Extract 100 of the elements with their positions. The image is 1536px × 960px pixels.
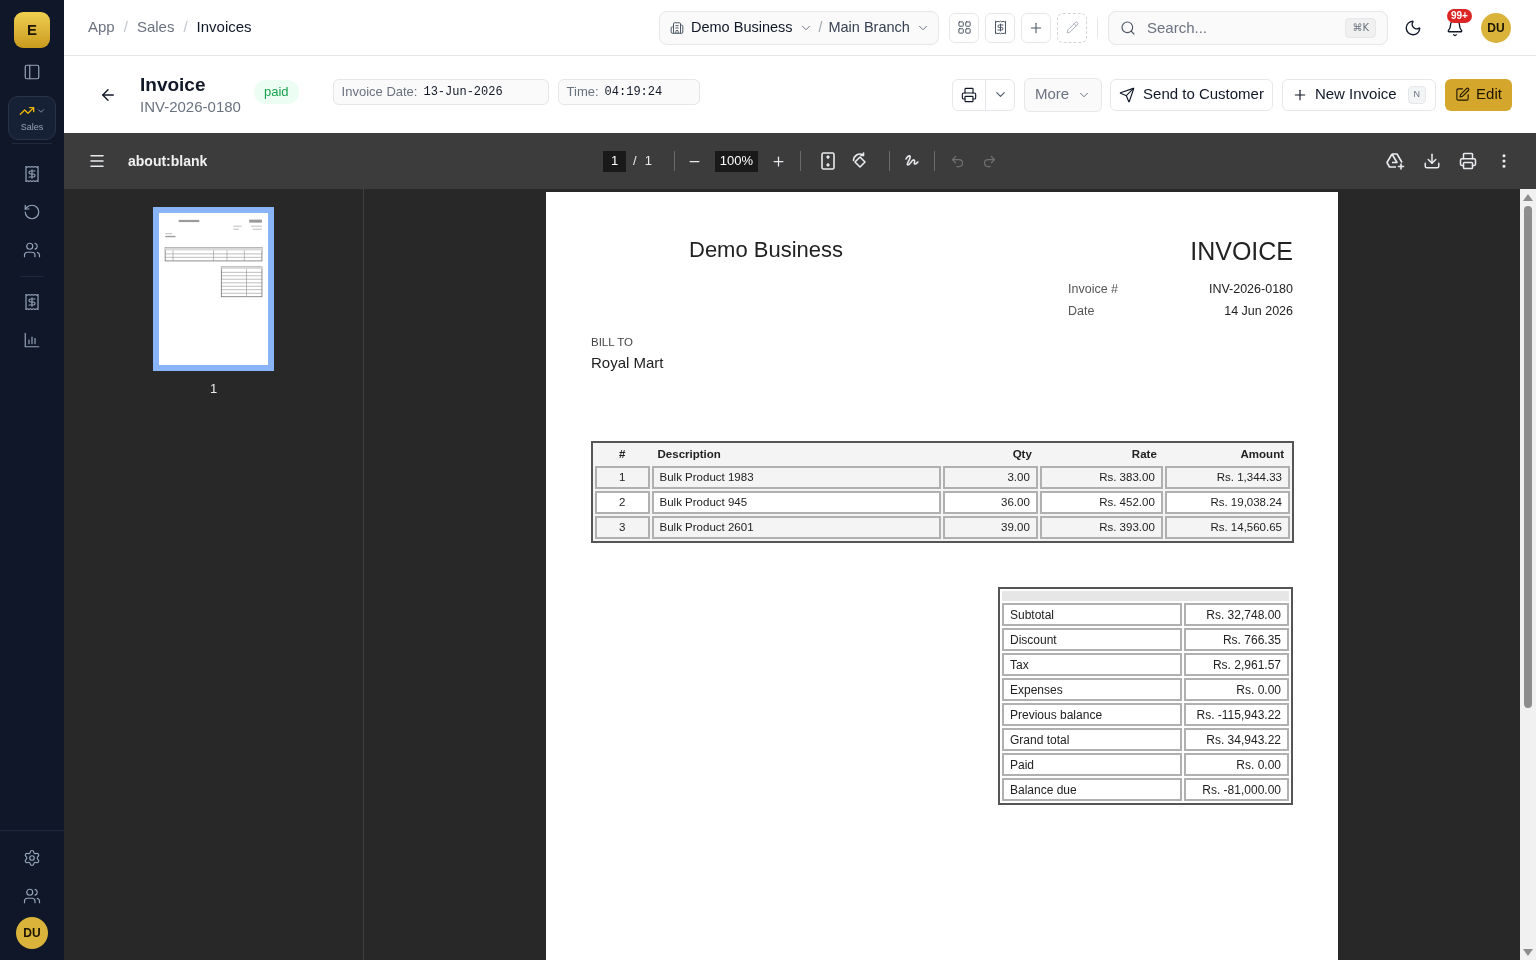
page-thumbnail[interactable] — [153, 207, 274, 371]
pencil-icon — [1065, 21, 1079, 34]
table-cell: 3.00 — [942, 466, 1038, 489]
user-avatar[interactable]: DU — [1481, 12, 1511, 43]
meta-label: Date — [1068, 302, 1095, 320]
document-heading: INVOICE — [1190, 236, 1293, 267]
shortcut-hint: ⌘K — [1345, 17, 1376, 38]
printer-icon[interactable] — [1459, 152, 1477, 170]
table-cell: 36.00 — [942, 491, 1038, 514]
column-header: Qty — [1011, 446, 1033, 462]
table-cell: Rs. 393.00 — [1039, 516, 1163, 539]
table-cell: Balance due — [1002, 778, 1182, 801]
customer-name: Royal Mart — [591, 353, 664, 373]
edit-button[interactable]: Edit — [1445, 78, 1512, 111]
field-label: Invoice Date: — [341, 82, 418, 101]
receipt-icon[interactable] — [23, 165, 41, 183]
field-value: 13-Jun-2026 — [423, 83, 503, 101]
fit-page-icon[interactable] — [820, 152, 835, 170]
page-count: 1 — [644, 152, 652, 171]
page-number-field[interactable]: 1 — [603, 150, 627, 172]
meta-value: INV-2026-0180 — [1208, 280, 1293, 298]
table-cell: Rs. 766.35 — [1184, 628, 1289, 651]
table-cell: Expenses — [1002, 678, 1182, 701]
scroll-up-icon[interactable] — [1523, 194, 1533, 201]
shortcut-hint: N — [1407, 85, 1427, 104]
page-title: Invoice — [140, 72, 207, 97]
scrollbar[interactable] — [1520, 189, 1536, 960]
table-cell: Discount — [1002, 628, 1182, 651]
printer-icon[interactable] — [961, 86, 977, 103]
field-value: 04:19:24 — [604, 83, 663, 101]
meta-value: 14 Jun 2026 — [1224, 302, 1293, 320]
new-invoice-button[interactable]: New Invoice N — [1282, 78, 1436, 111]
thumbnail-label: 1 — [209, 380, 218, 398]
annotate-icon[interactable] — [903, 153, 920, 169]
business-selector[interactable]: Demo Business — [691, 16, 813, 39]
column-header: # — [618, 446, 627, 462]
send-icon — [1119, 86, 1136, 103]
breadcrumb-link[interactable]: App — [88, 16, 115, 39]
breadcrumb-current: Invoices — [196, 17, 252, 38]
table-cell: Rs. 32,748.00 — [1184, 603, 1289, 626]
table-cell: Rs. -81,000.00 — [1184, 778, 1289, 801]
table-cell: Rs. 2,961.57 — [1184, 653, 1289, 676]
table-cell: Tax — [1002, 653, 1182, 676]
settings-icon[interactable] — [23, 849, 41, 867]
receipt-icon — [992, 20, 1008, 35]
table-cell: Rs. 0.00 — [1184, 753, 1289, 776]
moon-icon[interactable] — [1404, 18, 1422, 37]
menu-icon[interactable] — [88, 152, 106, 170]
drive-add-icon[interactable] — [1386, 152, 1405, 170]
document-title: about:blank — [128, 151, 208, 171]
user-avatar[interactable]: DU — [16, 917, 48, 949]
table-cell: Rs. 0.00 — [1184, 678, 1289, 701]
status-badge: paid — [254, 79, 299, 104]
branch-selector[interactable]: Main Branch — [828, 16, 930, 39]
receipt-icon[interactable] — [23, 293, 41, 311]
notification-badge: 99+ — [1447, 8, 1472, 23]
column-header: Amount — [1239, 446, 1285, 462]
zoom-field[interactable]: 100% — [714, 150, 758, 172]
bar-chart-icon[interactable] — [23, 331, 41, 349]
sales-nav-item[interactable]: Sales — [8, 96, 56, 140]
more-button[interactable]: More — [1024, 77, 1102, 112]
users-icon[interactable] — [23, 887, 41, 905]
table-cell: Grand total — [1002, 728, 1182, 751]
bill-to-label: BILL TO — [591, 335, 633, 350]
grid-icon — [956, 20, 972, 35]
table-cell: Rs. 34,943.22 — [1184, 728, 1289, 751]
chevron-down-icon — [35, 106, 46, 116]
scroll-down-icon[interactable] — [1523, 949, 1533, 956]
date-field[interactable]: Invoice Date: 13-Jun-2026 — [332, 78, 549, 105]
app-logo[interactable]: E — [14, 12, 50, 48]
table-cell: Rs. 14,560.65 — [1164, 516, 1290, 539]
table-cell: Rs. -115,943.22 — [1184, 703, 1289, 726]
building-icon — [670, 20, 684, 35]
table-cell: Bulk Product 2601 — [651, 516, 941, 539]
zoom-in-icon[interactable] — [770, 153, 786, 169]
print-split-button[interactable] — [952, 78, 1015, 111]
table-cell: Paid — [1002, 753, 1182, 776]
table-cell: Bulk Product 945 — [651, 491, 941, 514]
time-field[interactable]: Time: 04:19:24 — [557, 78, 700, 105]
scope-separator: / — [818, 18, 823, 37]
table-cell: Rs. 19,038.24 — [1164, 491, 1290, 514]
breadcrumb-link[interactable]: Sales — [136, 16, 175, 39]
column-header: Rate — [1130, 446, 1158, 462]
table-cell: Subtotal — [1002, 603, 1182, 626]
breadcrumb-separator: / — [123, 17, 128, 38]
panel-toggle-icon[interactable] — [23, 63, 41, 81]
table-cell: 1 — [595, 466, 650, 489]
receipt-button[interactable] — [985, 12, 1015, 43]
undo-arrow-icon[interactable] — [23, 203, 41, 221]
meta-label: Invoice # — [1068, 280, 1119, 298]
download-icon[interactable] — [1423, 152, 1441, 170]
search-icon — [1120, 19, 1136, 36]
rotate-icon[interactable] — [850, 152, 869, 170]
scrollbar-thumb[interactable] — [1524, 206, 1532, 708]
table-cell: 39.00 — [942, 516, 1038, 539]
grid-button[interactable] — [949, 12, 979, 43]
send-button[interactable]: Send to Customer — [1110, 78, 1273, 111]
users-icon[interactable] — [23, 241, 41, 259]
table-cell: 2 — [595, 491, 650, 514]
column-header: Description — [656, 446, 722, 462]
